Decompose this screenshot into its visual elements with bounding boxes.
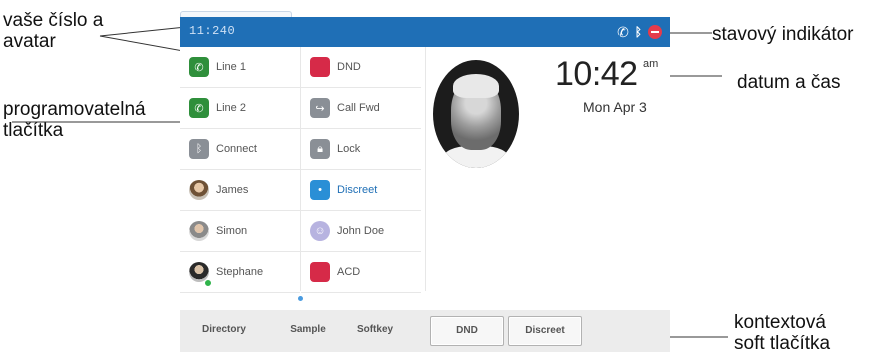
softkey-softkey[interactable]: Softkey [350,322,400,338]
acd-icon [310,262,330,282]
key-label: James [216,184,249,196]
bluetooth-icon: ᛒ [634,25,642,39]
softkey-bar [180,310,670,352]
clock-time: 10:42 [555,55,638,93]
status-bar: 11:240 ✆ ᛒ [180,17,670,47]
softkey-directory[interactable]: Directory [196,322,252,338]
programmable-key-john-doe[interactable]: ☺ John Doe [301,211,421,252]
phone-icon: ✆ [189,98,209,118]
programmable-key-dnd[interactable]: DND [301,47,421,88]
bluetooth-icon: ᛒ [189,139,209,159]
key-label: Stephane [216,266,264,278]
softkey-dnd[interactable]: DND [430,316,504,346]
clock-ampm: am [643,58,659,70]
softkey-sample[interactable]: Sample [283,322,333,338]
programmable-key-call-fwd[interactable]: ↪ Call Fwd [301,88,421,129]
lock-icon: 🔒︎ [310,139,330,159]
dnd-icon [648,25,662,39]
key-label: DND [337,61,361,73]
phone-icon: ✆ [189,57,209,77]
call-forward-icon: ↪ [310,98,330,118]
contact-avatar-icon [189,180,209,200]
column-divider [425,47,426,291]
clock-date: Mon Apr 3 [583,99,647,115]
phone-icon: ✆ [617,24,629,40]
key-label: Call Fwd [337,102,380,114]
keys-column-left: ✆ Line 1 ✆ Line 2 ᛒ Connect James Simon Stephane [180,47,300,293]
status-indicators: ✆ ᛒ [617,23,662,41]
programmable-key-discreet[interactable]: • Discreet [301,170,421,211]
programmable-key-lock[interactable]: 🔒︎ Lock [301,129,421,170]
key-label: ACD [337,266,361,278]
programmable-key-james[interactable]: James [180,170,300,211]
key-label: John Doe [337,225,385,237]
keys-column-right: DND ↪ Call Fwd 🔒︎ Lock • Discreet ☺ John Doe ACD [301,47,421,293]
programmable-key-stephane[interactable]: Stephane [180,252,300,293]
programmable-keys: ✆ Line 1 ✆ Line 2 ᛒ Connect James Simon Stephane… [180,47,426,293]
contact-avatar-icon [189,221,209,241]
programmable-key-simon[interactable]: Simon [180,211,300,252]
own-number: 11:240 [189,24,236,38]
key-label: Line 2 [216,102,246,114]
programmable-key-acd[interactable]: ACD [301,252,421,293]
user-avatar [433,60,519,168]
avatar-hair [453,74,499,98]
contact-placeholder-icon: ☺ [310,221,330,241]
page-indicator[interactable] [298,296,303,301]
key-label: Line 1 [216,61,246,73]
key-label: Lock [337,143,361,155]
discreet-icon: • [310,180,330,200]
softkey-discreet[interactable]: Discreet [508,316,582,346]
key-label: Simon [216,225,248,237]
programmable-key-line-1[interactable]: ✆ Line 1 [180,47,300,88]
leader-to-number [99,26,187,37]
key-label: Connect [216,143,257,155]
programmable-key-connect[interactable]: ᛒ Connect [180,129,300,170]
programmable-key-line-2[interactable]: ✆ Line 2 [180,88,300,129]
key-label: Discreet [337,184,378,196]
presence-online-icon [204,279,212,287]
dnd-icon [310,57,330,77]
